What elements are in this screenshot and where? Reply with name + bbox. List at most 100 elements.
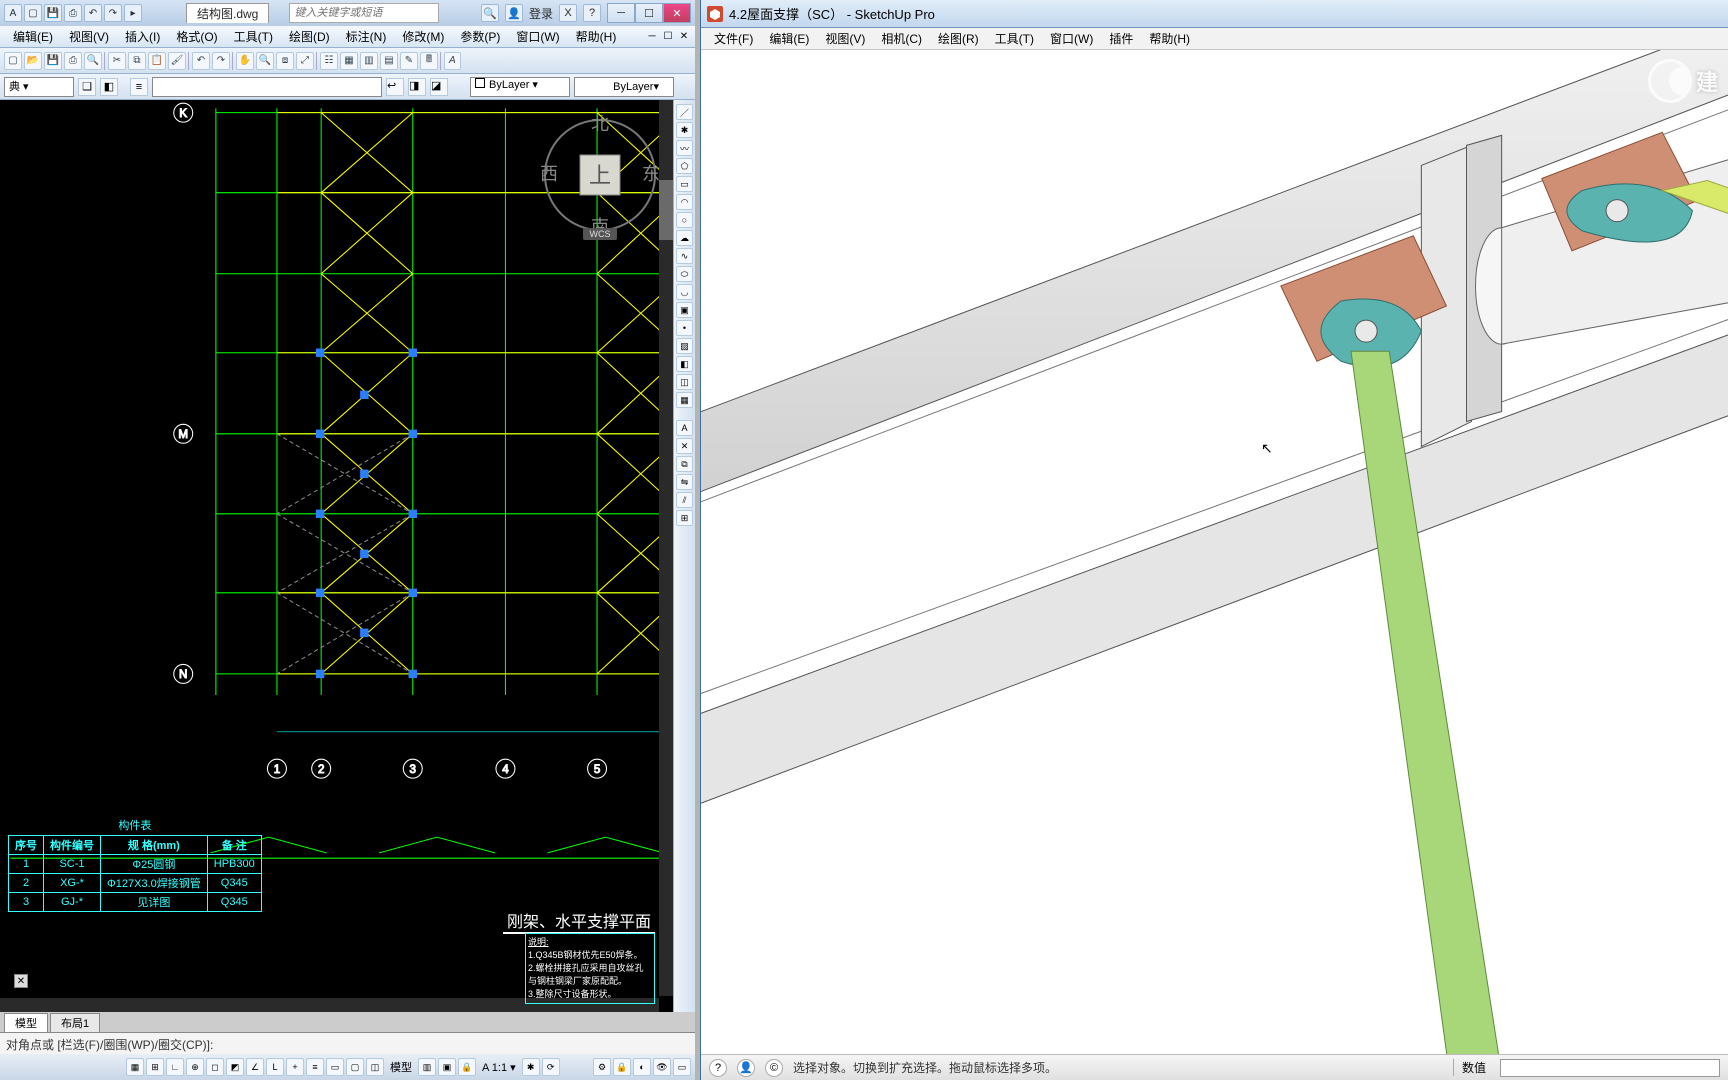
- vertical-scrollbar[interactable]: [659, 100, 673, 996]
- command-line[interactable]: 对角点或 [栏选(F)/圈围(WP)/圈交(CP)]:: [0, 1032, 695, 1054]
- point-icon[interactable]: •: [676, 320, 693, 336]
- rectangle-icon[interactable]: ▭: [676, 176, 693, 192]
- maximize-vp-icon[interactable]: ▣: [438, 1058, 456, 1076]
- mdi-close-button[interactable]: ✕: [677, 30, 691, 44]
- mdi-minimize-button[interactable]: ─: [645, 30, 659, 44]
- undo-icon[interactable]: ↶: [192, 52, 210, 70]
- calc-icon[interactable]: 🖩: [420, 52, 438, 70]
- new-icon[interactable]: ▢: [24, 4, 42, 22]
- spline-icon[interactable]: ∿: [676, 248, 693, 264]
- mtext-icon[interactable]: A: [676, 420, 693, 436]
- anno-auto-icon[interactable]: ⟳: [542, 1058, 560, 1076]
- line-icon[interactable]: ／: [676, 104, 693, 120]
- tab-layout1[interactable]: 布局1: [50, 1013, 100, 1032]
- layer-tools-icon[interactable]: ≡: [130, 78, 148, 96]
- maximize-button[interactable]: ☐: [635, 3, 663, 23]
- menu-tools[interactable]: 工具(T): [227, 26, 280, 47]
- anno-scale-icon[interactable]: 🔒: [458, 1058, 476, 1076]
- sheet-set-icon[interactable]: ▤: [380, 52, 398, 70]
- redo-icon[interactable]: ↷: [104, 4, 122, 22]
- undo-icon[interactable]: ↶: [84, 4, 102, 22]
- layer-combo[interactable]: [152, 77, 382, 97]
- otrack-toggle[interactable]: ∠: [246, 1058, 264, 1076]
- copy-obj-icon[interactable]: ⧉: [676, 456, 693, 472]
- markup-icon[interactable]: ✎: [400, 52, 418, 70]
- su-menu-draw[interactable]: 绘图(R): [931, 28, 986, 49]
- polyline-icon[interactable]: 〰: [676, 140, 693, 156]
- text-style-combo[interactable]: 典 ▾: [4, 77, 74, 97]
- arc-icon[interactable]: ◠: [676, 194, 693, 210]
- layout-quick-icon[interactable]: ▥: [418, 1058, 436, 1076]
- hatch-icon[interactable]: ▨: [676, 338, 693, 354]
- polygon-icon[interactable]: ⬠: [676, 158, 693, 174]
- open-icon[interactable]: 📂: [24, 52, 42, 70]
- lwt-toggle[interactable]: ≡: [306, 1058, 324, 1076]
- cad-drawing-area[interactable]: 1 2 3 4 5 K M N: [0, 100, 695, 1012]
- cmdline-close-icon[interactable]: ✕: [14, 974, 28, 988]
- menu-format[interactable]: 格式(O): [169, 26, 224, 47]
- region-icon[interactable]: ◫: [676, 374, 693, 390]
- workspace-icon[interactable]: ⚙: [593, 1058, 611, 1076]
- save-icon[interactable]: 💾: [44, 52, 62, 70]
- tpy-toggle[interactable]: ▭: [326, 1058, 344, 1076]
- login-link[interactable]: 登录: [529, 5, 553, 22]
- pan-icon[interactable]: ✋: [236, 52, 254, 70]
- array-icon[interactable]: ⊞: [676, 510, 693, 526]
- zoom-extents-icon[interactable]: ⤢: [296, 52, 314, 70]
- close-button[interactable]: ✕: [663, 3, 691, 23]
- user-icon[interactable]: 👤: [505, 4, 523, 22]
- qat-more-icon[interactable]: ▸: [124, 4, 142, 22]
- help-search-input[interactable]: [289, 3, 439, 23]
- color-combo[interactable]: ByLayer ▾: [470, 77, 570, 97]
- toolbar-lock-icon[interactable]: 🔒: [613, 1058, 631, 1076]
- redo-icon[interactable]: ↷: [212, 52, 230, 70]
- matchprop-icon[interactable]: 🖌: [168, 52, 186, 70]
- copy-icon[interactable]: ⧉: [128, 52, 146, 70]
- layer-manager-icon[interactable]: ❏: [78, 78, 96, 96]
- su-menu-help[interactable]: 帮助(H): [1142, 28, 1197, 49]
- su-menu-edit[interactable]: 编辑(E): [762, 28, 816, 49]
- xline-icon[interactable]: ✱: [676, 122, 693, 138]
- exchange-icon[interactable]: X: [559, 4, 577, 22]
- save-icon[interactable]: 💾: [44, 4, 62, 22]
- help-icon[interactable]: ?: [583, 4, 601, 22]
- table-icon[interactable]: ▦: [676, 392, 693, 408]
- gradient-icon[interactable]: ◧: [676, 356, 693, 372]
- su-menu-view[interactable]: 视图(V): [818, 28, 872, 49]
- sc-toggle[interactable]: ◫: [366, 1058, 384, 1076]
- geo-icon[interactable]: 👤: [737, 1059, 755, 1077]
- lineweight-combo[interactable]: ByLayer ▾: [574, 77, 674, 97]
- layer-match-icon[interactable]: ◪: [430, 78, 448, 96]
- erase-icon[interactable]: ✕: [676, 438, 693, 454]
- credits-icon[interactable]: ©: [765, 1059, 783, 1077]
- app-menu-button[interactable]: A: [4, 4, 22, 22]
- su-menu-window[interactable]: 窗口(W): [1043, 28, 1100, 49]
- tool-palettes-icon[interactable]: ▥: [360, 52, 378, 70]
- properties-icon[interactable]: ☷: [320, 52, 338, 70]
- menu-insert[interactable]: 插入(I): [118, 26, 167, 47]
- polar-toggle[interactable]: ⊕: [186, 1058, 204, 1076]
- isolate-icon[interactable]: 👁: [653, 1058, 671, 1076]
- clean-screen-icon[interactable]: ▭: [673, 1058, 691, 1076]
- menu-draw[interactable]: 绘图(D): [282, 26, 337, 47]
- plot-preview-icon[interactable]: 🔍: [84, 52, 102, 70]
- menu-modify[interactable]: 修改(M): [395, 26, 451, 47]
- ellipse-arc-icon[interactable]: ◡: [676, 284, 693, 300]
- offset-icon[interactable]: ⫽: [676, 492, 693, 508]
- cut-icon[interactable]: ✂: [108, 52, 126, 70]
- document-tab[interactable]: 结构图.dwg: [186, 3, 269, 23]
- mirror-icon[interactable]: ⇋: [676, 474, 693, 490]
- ducs-toggle[interactable]: L: [266, 1058, 284, 1076]
- mdi-restore-button[interactable]: ☐: [661, 30, 675, 44]
- view-cube[interactable]: 上 北 南 西 东 WCS: [535, 110, 665, 240]
- su-viewport[interactable]: 建 ↖: [701, 50, 1728, 1054]
- 3dosnap-toggle[interactable]: ◩: [226, 1058, 244, 1076]
- su-menu-plugins[interactable]: 插件: [1102, 28, 1140, 49]
- menu-window[interactable]: 窗口(W): [509, 26, 566, 47]
- layer-iso-icon[interactable]: ◨: [408, 78, 426, 96]
- text-style-icon[interactable]: A: [444, 52, 461, 70]
- model-space[interactable]: 模型: [386, 1059, 416, 1075]
- grid-toggle[interactable]: ⊞: [146, 1058, 164, 1076]
- help-icon[interactable]: ?: [709, 1059, 727, 1077]
- hardware-accel-icon[interactable]: ◐: [633, 1058, 651, 1076]
